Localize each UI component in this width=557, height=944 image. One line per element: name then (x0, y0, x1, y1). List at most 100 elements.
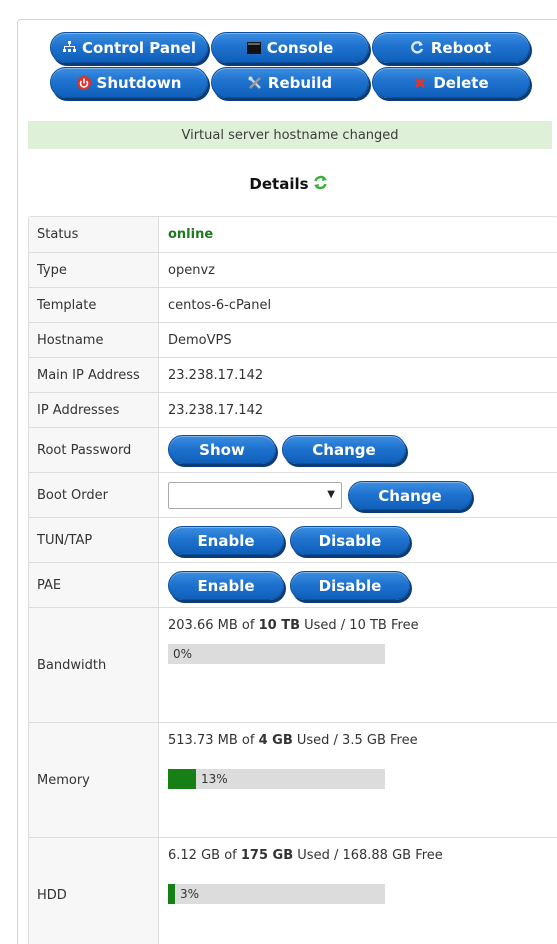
memory-percent: 13% (201, 772, 228, 786)
hdd-of: of (224, 848, 237, 863)
power-icon (76, 75, 91, 90)
control-panel-label: Control Panel (82, 38, 196, 57)
boot-order-actions: ▼ Change (160, 473, 557, 517)
root-password-actions: Show Change (160, 428, 557, 472)
delete-label: Delete (433, 73, 489, 92)
details-title: Details (249, 175, 309, 193)
hdd-usage-cell: 6.12 GB of 175 GB Used / 168.88 GB Free … (160, 838, 557, 944)
hdd-label: HDD (29, 838, 159, 944)
change-boot-order-label: Change (378, 486, 442, 505)
bandwidth-rest: Used / 10 TB Free (304, 618, 419, 633)
hdd-percent: 3% (180, 887, 200, 901)
bandwidth-label: Bandwidth (29, 608, 159, 722)
reboot-label: Reboot (430, 38, 492, 57)
root-password-row: Root Password Show Change (29, 427, 557, 472)
tuntap-enable-button[interactable]: Enable (168, 526, 284, 555)
reboot-button[interactable]: Reboot (372, 32, 530, 63)
show-password-label: Show (199, 440, 245, 459)
type-value: openvz (168, 262, 215, 278)
bandwidth-percent: 0% (173, 647, 193, 661)
terminal-icon (246, 41, 261, 55)
pae-disable-label: Disable (318, 576, 382, 595)
memory-progress-bar: 13% (168, 769, 385, 789)
tools-icon (248, 76, 262, 90)
sitemap-icon (62, 41, 76, 55)
details-table: Status online Type openvz Template cento… (28, 216, 557, 944)
memory-label: Memory (29, 723, 159, 837)
rebuild-button[interactable]: Rebuild (211, 67, 369, 98)
memory-usage-cell: 513.73 MB of 4 GB Used / 3.5 GB Free 13% (160, 723, 557, 837)
ip-addresses-row: IP Addresses 23.238.17.142 (29, 392, 557, 427)
shutdown-button[interactable]: Shutdown (50, 67, 208, 98)
tuntap-disable-label: Disable (318, 531, 382, 550)
delete-button[interactable]: Delete (372, 67, 530, 98)
shutdown-label: Shutdown (96, 73, 182, 92)
ip-addresses-value: 23.238.17.142 (168, 402, 264, 418)
status-value: online (168, 227, 214, 242)
control-panel-button[interactable]: Control Panel (50, 32, 208, 63)
change-password-button[interactable]: Change (282, 435, 406, 464)
hostname-row: Hostname DemoVPS (29, 322, 557, 357)
hostname-value: DemoVPS (168, 332, 232, 348)
boot-order-select[interactable]: ▼ (168, 482, 342, 509)
main-ip-label: Main IP Address (29, 358, 159, 392)
pae-enable-label: Enable (197, 576, 255, 595)
ip-addresses-label: IP Addresses (29, 393, 159, 427)
boot-order-label: Boot Order (29, 473, 159, 517)
bandwidth-usage-cell: 203.66 MB of 10 TB Used / 10 TB Free 0% (160, 608, 557, 722)
hdd-total: 175 GB (240, 848, 294, 863)
template-label: Template (29, 288, 159, 322)
memory-total: 4 GB (258, 733, 293, 748)
memory-used: 513.73 MB (168, 733, 238, 748)
memory-of: of (241, 733, 255, 748)
root-password-label: Root Password (29, 428, 159, 472)
bandwidth-row: Bandwidth 203.66 MB of 10 TB Used / 10 T… (29, 607, 557, 722)
hdd-progress-bar: 3% (168, 884, 385, 904)
change-boot-order-button[interactable]: Change (348, 481, 472, 510)
type-row: Type openvz (29, 252, 557, 287)
pae-disable-button[interactable]: Disable (290, 571, 410, 600)
type-label: Type (29, 253, 159, 287)
console-label: Console (266, 38, 334, 57)
hdd-used: 6.12 GB (168, 848, 221, 863)
hostname-label: Hostname (29, 323, 159, 357)
tuntap-label: TUN/TAP (29, 518, 159, 562)
change-password-label: Change (312, 440, 376, 459)
details-heading: Details (0, 172, 557, 196)
memory-usage-text: 513.73 MB of 4 GB Used / 3.5 GB Free (168, 733, 418, 748)
bandwidth-used: 203.66 MB (168, 618, 238, 633)
tuntap-row: TUN/TAP Enable Disable (29, 517, 557, 562)
hdd-row: HDD 6.12 GB of 175 GB Used / 168.88 GB F… (29, 837, 557, 944)
status-value-cell: online (160, 217, 557, 252)
flash-message: Virtual server hostname changed (28, 121, 552, 149)
pae-row: PAE Enable Disable (29, 562, 557, 607)
memory-progress-fill (168, 769, 196, 789)
console-button[interactable]: Console (211, 32, 369, 63)
tuntap-disable-button[interactable]: Disable (290, 526, 410, 555)
bandwidth-progress-bar: 0% (168, 644, 385, 664)
tuntap-actions: Enable Disable (160, 518, 557, 562)
bandwidth-of: of (241, 618, 255, 633)
cross-icon (413, 76, 427, 90)
main-ip-row: Main IP Address 23.238.17.142 (29, 357, 557, 392)
pae-actions: Enable Disable (160, 563, 557, 607)
rebuild-label: Rebuild (267, 73, 333, 92)
show-password-button[interactable]: Show (168, 435, 276, 464)
main-ip-value: 23.238.17.142 (168, 367, 264, 383)
chevron-down-icon: ▼ (327, 489, 335, 500)
template-row: Template centos-6-cPanel (29, 287, 557, 322)
hdd-rest: Used / 168.88 GB Free (297, 848, 443, 863)
hdd-progress-fill (168, 884, 175, 904)
bandwidth-usage-text: 203.66 MB of 10 TB Used / 10 TB Free (168, 618, 419, 633)
tuntap-enable-label: Enable (197, 531, 255, 550)
refresh-icon[interactable] (313, 175, 328, 194)
status-label: Status (29, 217, 159, 252)
memory-rest: Used / 3.5 GB Free (296, 733, 418, 748)
refresh-icon (411, 41, 425, 55)
memory-row: Memory 513.73 MB of 4 GB Used / 3.5 GB F… (29, 722, 557, 837)
boot-order-row: Boot Order ▼ Change (29, 472, 557, 517)
status-row: Status online (29, 217, 557, 252)
template-value: centos-6-cPanel (168, 297, 272, 313)
pae-enable-button[interactable]: Enable (168, 571, 284, 600)
bandwidth-total: 10 TB (258, 618, 300, 633)
